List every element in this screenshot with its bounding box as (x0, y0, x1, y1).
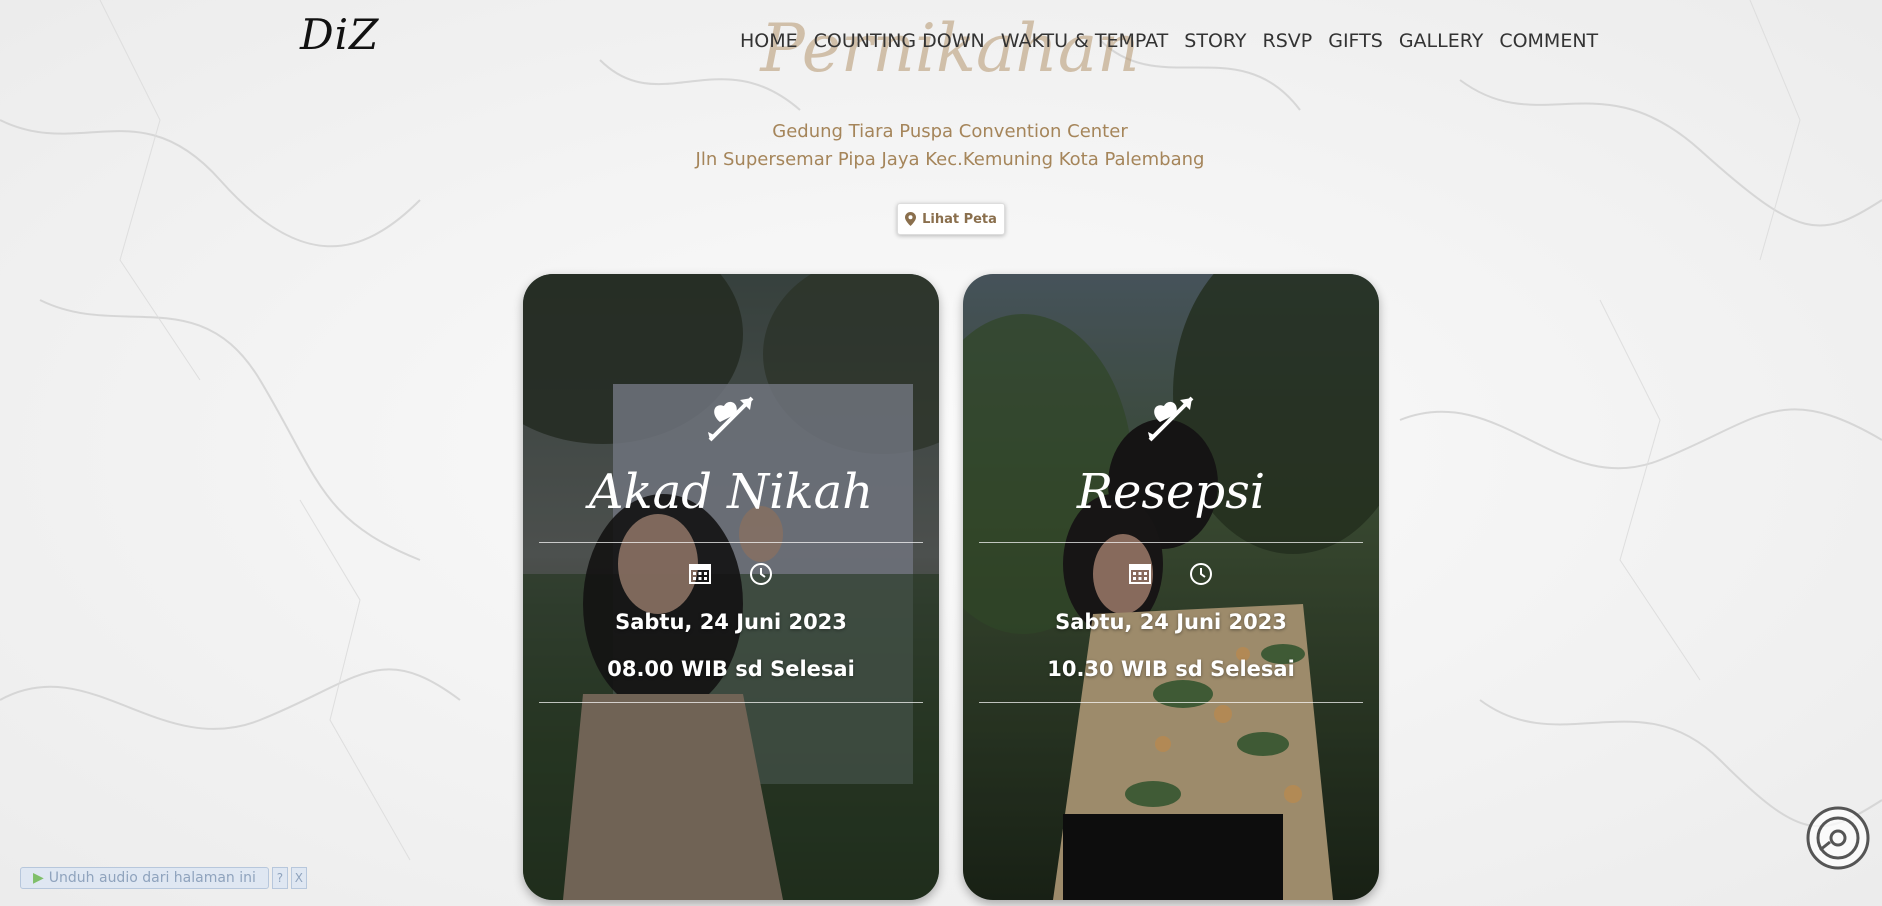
audio-download-label: Unduh audio dari halaman ini (48, 870, 256, 886)
event-divider-bottom (539, 702, 923, 703)
event-card-content: Resepsi Sabtu, 24 Juni 2023 10.30 WIB sd… (963, 274, 1379, 900)
nav-waktu-tempat[interactable]: WAKTU & TEMPAT (1001, 30, 1169, 52)
calendar-icon (1129, 564, 1151, 584)
event-card-content: Akad Nikah Sabtu, 24 Juni 2023 08.00 WIB… (523, 274, 939, 900)
nav-comment[interactable]: COMMENT (1499, 30, 1598, 52)
view-map-button[interactable]: Lihat Peta (897, 203, 1005, 235)
event-card-resepsi: Resepsi Sabtu, 24 Juni 2023 10.30 WIB sd… (963, 274, 1379, 900)
nav-gallery[interactable]: GALLERY (1399, 30, 1484, 52)
clock-icon (750, 563, 772, 585)
event-title: Akad Nikah (588, 464, 874, 520)
music-toggle-icon[interactable] (1806, 806, 1870, 870)
venue-name: Gedung Tiara Puspa Convention Center (772, 121, 1128, 142)
event-divider-top (539, 542, 923, 543)
help-button[interactable]: ? (271, 867, 288, 889)
event-date: Sabtu, 24 Juni 2023 (615, 610, 847, 634)
event-time: 08.00 WIB sd Selesai (607, 657, 855, 681)
view-map-label: Lihat Peta (922, 211, 997, 227)
clock-icon (1190, 563, 1212, 585)
venue-address: Jln Supersemar Pipa Jaya Kec.Kemuning Ko… (695, 149, 1205, 170)
event-divider-bottom (979, 702, 1363, 703)
event-divider-top (979, 542, 1363, 543)
event-title: Resepsi (1076, 464, 1266, 520)
audio-download-bar: ▶ Unduh audio dari halaman ini ? X (20, 866, 307, 890)
event-icons (963, 562, 1379, 586)
nav-counting-down[interactable]: COUNTING DOWN (814, 30, 985, 52)
cupid-heart-arrow-icon (708, 396, 754, 442)
play-icon: ▶ (33, 870, 44, 886)
event-time: 10.30 WIB sd Selesai (1047, 657, 1295, 681)
nav-gifts[interactable]: GIFTS (1328, 30, 1383, 52)
event-icons (523, 562, 939, 586)
nav-story[interactable]: STORY (1184, 30, 1246, 52)
main-nav: HOME COUNTING DOWN WAKTU & TEMPAT STORY … (740, 30, 1598, 52)
nav-rsvp[interactable]: RSVP (1263, 30, 1313, 52)
calendar-icon (689, 564, 711, 584)
close-button[interactable]: X (290, 867, 307, 889)
event-card-akad: Akad Nikah Sabtu, 24 Juni 2023 08.00 WIB… (523, 274, 939, 900)
cupid-heart-arrow-icon (1148, 396, 1194, 442)
site-logo[interactable]: DiZ (300, 10, 379, 59)
event-date: Sabtu, 24 Juni 2023 (1055, 610, 1287, 634)
nav-home[interactable]: HOME (740, 30, 798, 52)
venue-info: Gedung Tiara Puspa Convention Center Jln… (0, 118, 1882, 174)
map-pin-icon (905, 212, 917, 226)
audio-download-button[interactable]: ▶ Unduh audio dari halaman ini (20, 867, 269, 889)
